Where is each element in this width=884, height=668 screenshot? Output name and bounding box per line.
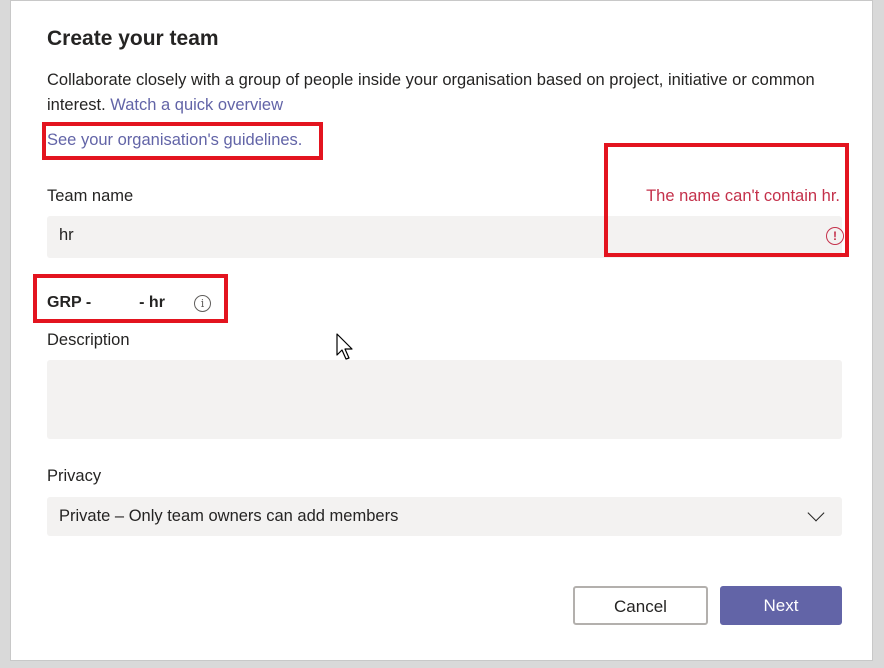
- group-name-prefix: GRP -: [47, 294, 92, 311]
- info-icon[interactable]: i: [194, 295, 211, 312]
- watch-overview-link[interactable]: Watch a quick overview: [110, 96, 283, 114]
- error-circle-icon: !: [826, 227, 844, 245]
- group-name-suffix: - hr: [139, 294, 165, 311]
- description-input[interactable]: [47, 360, 842, 439]
- privacy-dropdown[interactable]: Private – Only team owners can add membe…: [47, 497, 842, 536]
- team-name-label: Team name: [47, 187, 134, 205]
- intro-text-block: Collaborate closely with a group of peop…: [47, 68, 827, 118]
- next-button[interactable]: Next: [720, 586, 842, 625]
- guidelines-link[interactable]: See your organisation's guidelines.: [47, 131, 302, 150]
- create-team-dialog: Create your team Collaborate closely wit…: [10, 0, 873, 661]
- privacy-label: Privacy: [47, 467, 102, 485]
- team-name-input[interactable]: hr: [47, 216, 842, 258]
- privacy-selected-value: Private – Only team owners can add membe…: [59, 507, 399, 525]
- team-name-error: The name can't contain hr.: [646, 187, 840, 205]
- dialog-title: Create your team: [47, 27, 219, 50]
- description-label: Description: [47, 331, 130, 349]
- cancel-button[interactable]: Cancel: [573, 586, 708, 625]
- mouse-cursor-icon: [336, 333, 353, 360]
- group-name-preview: GRP - - hr: [47, 294, 165, 312]
- chevron-down-icon: [807, 504, 825, 522]
